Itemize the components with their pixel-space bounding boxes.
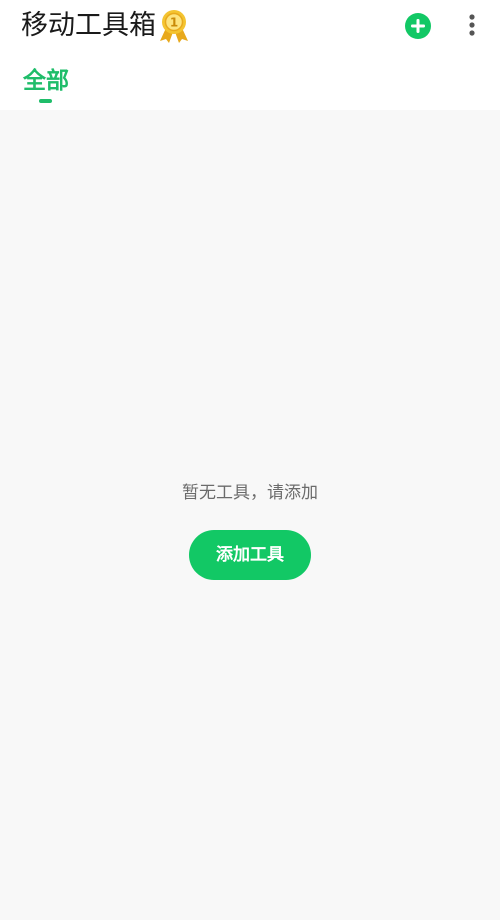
app-title: 移动工具箱 [21, 10, 156, 41]
tab-all[interactable]: 全部 [23, 65, 69, 103]
tab-bar: 全部 [0, 60, 500, 110]
empty-state-message: 暂无工具，请添加 [182, 483, 318, 503]
add-tool-button[interactable]: 添加工具 [189, 530, 311, 580]
tab-all-label: 全部 [23, 68, 69, 94]
title-bar: 移动工具箱 1 [0, 0, 500, 52]
svg-text:1: 1 [170, 16, 178, 30]
tab-active-indicator [39, 99, 52, 103]
more-vertical-icon[interactable] [460, 12, 484, 40]
add-circle-icon[interactable] [404, 12, 432, 40]
app-header: 移动工具箱 1 全部 [0, 0, 500, 110]
medal-icon: 1 [160, 10, 188, 43]
